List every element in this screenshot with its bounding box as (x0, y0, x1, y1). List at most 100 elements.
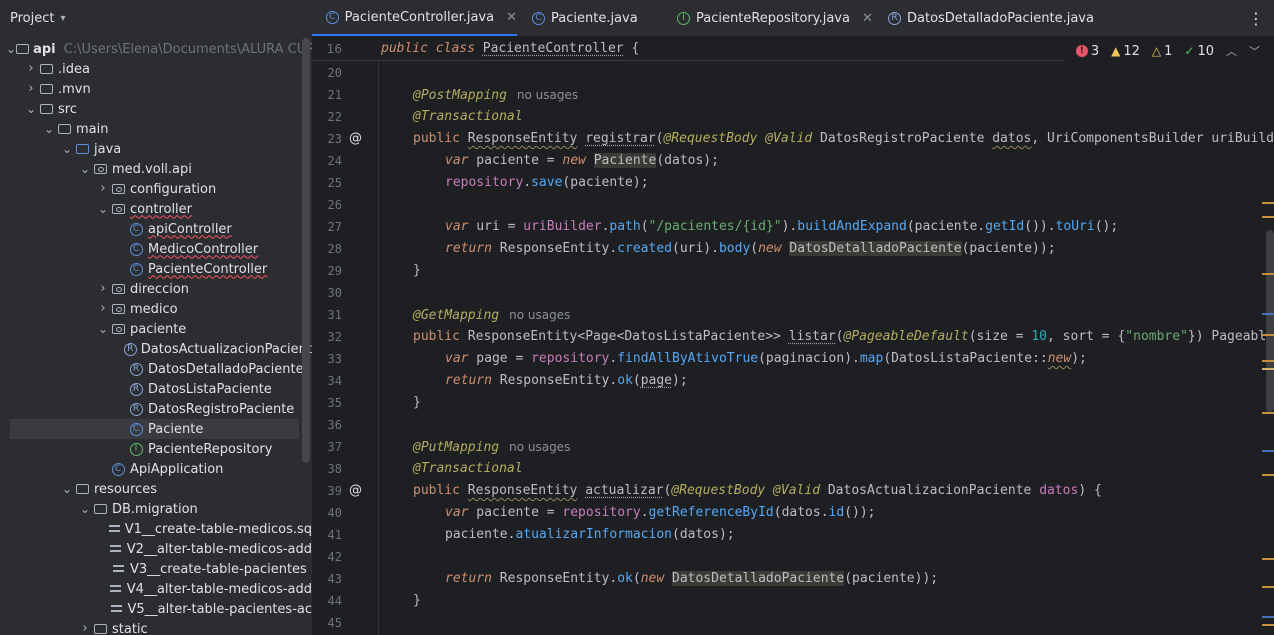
tree-item-v3-create-table-pacientes[interactable]: V3__create-table-pacientes (0, 559, 312, 579)
tree-item-java[interactable]: ⌄ java (0, 139, 312, 159)
warning-icon: ▲ (1111, 44, 1121, 58)
usages-hint[interactable]: no usages (509, 308, 570, 322)
chevron-down-icon[interactable]: ⌄ (96, 203, 110, 215)
tree-item-label: V5__alter-table-pacientes-ac (127, 601, 312, 617)
info-stripe[interactable] (1262, 313, 1274, 315)
tree-item-apicontroller[interactable]: CapiController (0, 219, 312, 239)
editor-scrollbar[interactable] (1266, 230, 1274, 412)
close-icon[interactable]: ✕ (506, 10, 517, 25)
tab-datosdetalladopaciente[interactable]: R DatosDetalladoPaciente.java (888, 0, 1094, 36)
ok-count[interactable]: ✓ 10 (1184, 44, 1214, 59)
code-line: 42 (327, 550, 342, 564)
tree-scrollbar[interactable] (302, 38, 310, 463)
close-icon[interactable]: ✕ (862, 11, 873, 26)
info-stripe[interactable] (1262, 616, 1274, 618)
tree-item-mvn[interactable]: › .mvn (0, 79, 312, 99)
code-editor[interactable]: 16 public class PacienteController { ! 3 … (312, 38, 1274, 635)
errors-count[interactable]: ! 3 (1075, 44, 1099, 59)
tree-item-apiapplication[interactable]: C ApiApplication (0, 459, 312, 479)
warning-stripe[interactable] (1262, 412, 1274, 414)
tree-item-paciente[interactable]: C Paciente (10, 419, 299, 439)
folder-icon (56, 121, 72, 137)
sticky-line[interactable]: 16 public class PacienteController { (312, 38, 1092, 61)
warning-stripe[interactable] (1262, 368, 1274, 370)
class-icon: C (128, 421, 144, 437)
chevron-down-icon[interactable]: ⌄ (24, 103, 38, 115)
tree-item-v4-alter-table-medicos-add[interactable]: V4__alter-table-medicos-add (0, 579, 312, 599)
tree-item-resources[interactable]: ⌄ resources (0, 479, 312, 499)
tree-item-pacienterepository[interactable]: I PacienteRepository (0, 439, 312, 459)
chevron-right-icon[interactable]: › (96, 182, 110, 196)
code-line: 43 return ResponseEntity.ok(new DatosDeta… (327, 571, 939, 586)
warning-stripe[interactable] (1262, 624, 1274, 626)
chevron-up-icon[interactable]: ︿ (1226, 43, 1237, 59)
warning-stripe[interactable] (1262, 216, 1274, 218)
chevron-down-icon[interactable]: ⌄ (78, 163, 92, 175)
tree-item-v5-alter-table-pacientes-ac[interactable]: V5__alter-table-pacientes-ac (0, 599, 312, 619)
tree-item-label: direccion (130, 281, 190, 297)
tree-item-datosdetalladopaciente[interactable]: R DatosDetalladoPaciente (0, 359, 312, 379)
usages-hint[interactable]: no usages (509, 440, 570, 454)
warning-stripe[interactable] (1262, 202, 1274, 204)
tree-item-src[interactable]: ⌄ src (0, 99, 312, 119)
chevron-down-icon[interactable]: ⌄ (42, 123, 56, 135)
warning-stripe[interactable] (1262, 474, 1274, 476)
chevron-down-icon[interactable]: ⌄ (60, 483, 74, 495)
tree-item-static[interactable]: › static (0, 619, 312, 635)
chevron-right-icon[interactable]: › (24, 62, 38, 76)
tree-item-datosregistropaciente[interactable]: R DatosRegistroPaciente (0, 399, 312, 419)
chevron-down-icon[interactable]: ▾ (60, 13, 65, 24)
more-icon[interactable]: ⋮ (1248, 9, 1264, 28)
tree-item-db-migration[interactable]: ⌄ DB.migration (0, 499, 312, 519)
tree-item-configuration[interactable]: › configuration (0, 179, 312, 199)
chevron-down-icon[interactable]: ⌄ (60, 143, 74, 155)
chevron-down-icon[interactable]: ﹀ (1249, 43, 1260, 59)
chevron-right-icon[interactable]: › (78, 622, 92, 635)
tree-item-label: DatosListaPaciente (148, 381, 272, 397)
tree-item-label: PacienteController (148, 261, 268, 277)
tab-pacientecontroller[interactable]: C PacienteController.java ✕ (312, 0, 517, 36)
warnings-count[interactable]: ▲ 12 (1111, 44, 1140, 59)
usages-hint[interactable]: no usages (517, 88, 578, 102)
project-panel: Project ▾ ⌄ api C:\Users\Elena\Documents\A… (0, 0, 312, 635)
tree-item-api[interactable]: ⌄ api C:\Users\Elena\Documents\ALURA CUR (0, 39, 312, 59)
tree-item-pacientecontroller[interactable]: C PacienteController (0, 259, 312, 279)
info-stripe[interactable] (1262, 450, 1274, 452)
tree-item-medico[interactable]: › medico (0, 299, 312, 319)
chevron-down-icon[interactable]: ⌄ (78, 503, 92, 515)
tree-item-paciente[interactable]: ⌄ paciente (0, 319, 312, 339)
chevron-right-icon[interactable]: › (24, 82, 38, 96)
tree-item-v2-alter-table-medicos-add[interactable]: V2__alter-table-medicos-add (0, 539, 312, 559)
tree-item-datoslistapaciente[interactable]: R DatosListaPaciente (0, 379, 312, 399)
error-icon: ! (1075, 45, 1088, 57)
tree-item-main[interactable]: ⌄ main (0, 119, 312, 139)
tab-paciente[interactable]: C Paciente.java (532, 0, 638, 36)
tree-item-datosactualizacionpacient[interactable]: R DatosActualizacionPacient (0, 339, 312, 359)
weak-warnings-count[interactable]: △ 1 (1152, 44, 1173, 59)
inspection-widget[interactable]: ! 3 ▲ 12 △ 1 ✓ 10 ︿ ﹀ (1063, 38, 1274, 64)
tree-item-label: med.voll.api (112, 161, 192, 177)
warning-stripe[interactable] (1262, 334, 1274, 336)
class-icon: C (128, 241, 144, 257)
chevron-right-icon[interactable]: › (96, 282, 110, 296)
tree-item-controller[interactable]: ⌄ controller (0, 199, 312, 219)
tree-item-idea[interactable]: › .idea (0, 59, 312, 79)
warning-stripe[interactable] (1262, 558, 1274, 560)
chevron-down-icon[interactable]: ⌄ (96, 323, 110, 335)
tree-item-med-voll-api[interactable]: ⌄ med.voll.api (0, 159, 312, 179)
tree-item-v1-create-table-medicos-sq[interactable]: V1__create-table-medicos.sq (0, 519, 312, 539)
project-title: Project (10, 10, 55, 26)
chevron-right-icon[interactable]: › (96, 302, 110, 316)
warning-stripe[interactable] (1262, 586, 1274, 588)
project-header[interactable]: Project ▾ (0, 0, 312, 36)
code-line: 39 @ public ResponseEntity actualizar(@Req… (312, 480, 1274, 502)
tree-item-direccion[interactable]: › direccion (0, 279, 312, 299)
endpoint-icon[interactable]: @ (349, 480, 362, 502)
endpoint-icon[interactable]: @ (349, 128, 362, 150)
tree-item-medicocontroller[interactable]: C MedicoController (0, 239, 312, 259)
tab-pacienterepository[interactable]: I PacienteRepository.java ✕ (677, 0, 873, 36)
chevron-down-icon[interactable]: ⌄ (6, 43, 16, 55)
code-line: 24 var paciente = new Paciente(datos); (327, 153, 719, 168)
warning-stripe[interactable] (1262, 360, 1274, 362)
warning-stripe[interactable] (1262, 273, 1274, 275)
